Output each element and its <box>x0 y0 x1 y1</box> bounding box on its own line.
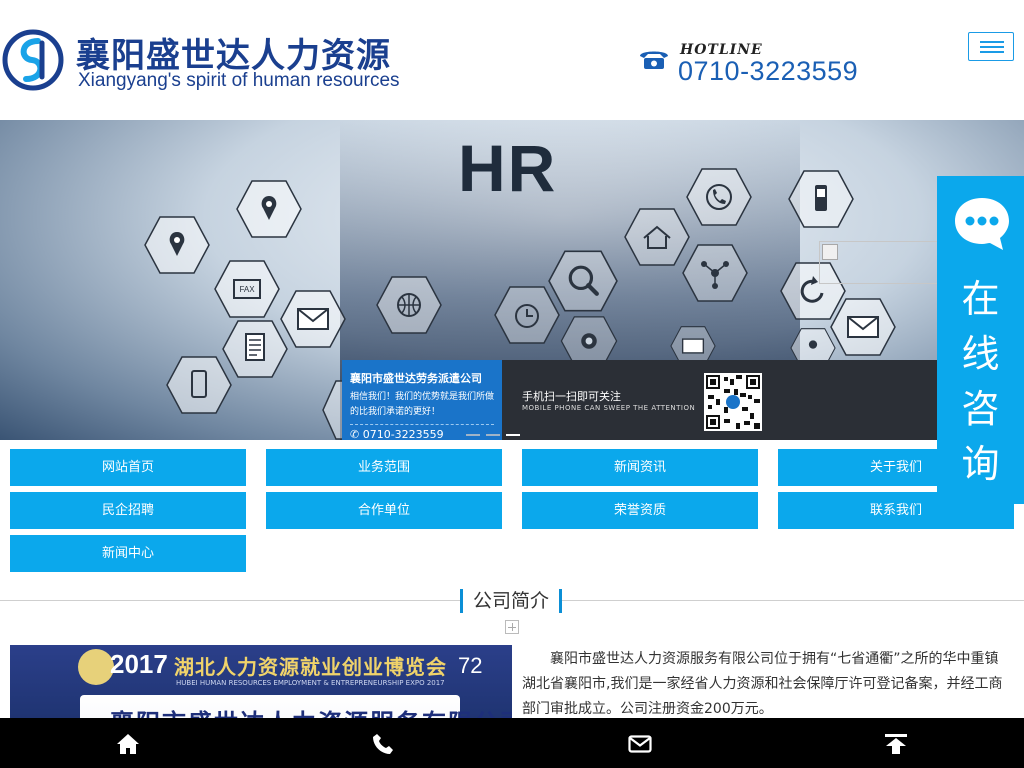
chat-bubble-icon <box>955 198 1009 250</box>
slide-dot-1[interactable] <box>466 434 480 436</box>
banner-card-text: 相信我们！我们的优势就是我们所做的比我们承诺的更好！ <box>350 392 495 417</box>
nav-news-center[interactable]: 新闻中心 <box>10 535 246 572</box>
fax-label: FAX <box>239 285 255 294</box>
site-header: 襄阳盛世达人力资源 Xiangyang's spirit of human re… <box>0 0 1024 120</box>
nav-recruitment[interactable]: 民企招聘 <box>10 492 246 529</box>
consult-char: 在 <box>961 277 1000 321</box>
phone-icon <box>686 168 752 226</box>
consult-char: 询 <box>961 442 1000 486</box>
banner-hr-text: HR <box>458 131 558 205</box>
expo-year: 2017 <box>110 649 168 679</box>
section-title: 公司简介 <box>473 590 550 612</box>
phone-icon <box>373 734 393 754</box>
consult-char: 咨 <box>961 387 1000 431</box>
fax-icon: FAX <box>214 260 280 318</box>
section-heading: 公司简介 <box>460 589 563 613</box>
back-to-top-icon <box>885 734 907 754</box>
plus-icon[interactable] <box>505 620 519 634</box>
slide-dot-3[interactable] <box>506 434 520 436</box>
hotline-number: 0710-3223559 <box>678 56 859 86</box>
nav-home[interactable]: 网站首页 <box>10 449 246 486</box>
site-logo[interactable]: 襄阳盛世达人力资源 Xiangyang's spirit of human re… <box>2 26 402 96</box>
logo-mark-icon <box>2 29 64 91</box>
bottom-top-button[interactable] <box>768 718 1024 768</box>
online-consult-button[interactable]: 在 线 咨 询 <box>937 176 1024 504</box>
mobile-icon <box>166 356 232 414</box>
house-icon <box>624 208 690 266</box>
hamburger-icon <box>980 41 1004 43</box>
expo-title: 湖北人力资源就业创业博览会 <box>174 655 447 679</box>
nav-news[interactable]: 新闻资讯 <box>522 449 758 486</box>
alarm-clock-icon <box>494 286 560 344</box>
menu-button[interactable] <box>968 32 1014 61</box>
globe-icon <box>376 276 442 334</box>
hamburger-icon-line <box>980 46 1004 48</box>
qr-code <box>704 373 762 431</box>
banner-card-title: 襄阳市盛世达劳务派遣公司 <box>350 372 482 385</box>
network-icon <box>682 244 748 302</box>
expo-logo-icon <box>78 649 114 685</box>
nav-honors[interactable]: 荣誉资质 <box>522 492 758 529</box>
slide-dot-2[interactable] <box>486 434 500 436</box>
logo-english-name: Xiangyang's spirit of human resources <box>78 70 400 91</box>
hamburger-icon-line <box>980 51 1004 53</box>
bottom-mail-button[interactable] <box>512 718 768 768</box>
qr-subtitle: MOBILE PHONE CAN SWEEP THE ATTENTION <box>522 404 696 412</box>
expo-booth-number: 72 <box>458 653 483 678</box>
mail-icon <box>628 735 652 753</box>
company-intro-text: 襄阳市盛世达人力资源服务有限公司位于拥有“七省通衢”之所的华中重镇湖北省襄阳市,… <box>522 651 1003 717</box>
nav-partners[interactable]: 合作单位 <box>266 492 502 529</box>
envelope-icon <box>280 290 346 348</box>
banner-company-card: 襄阳市盛世达劳务派遣公司 相信我们！我们的优势就是我们所做的比我们承诺的更好！ … <box>342 360 502 440</box>
gear-icon <box>560 316 618 366</box>
cellphone-icon <box>788 170 854 228</box>
home-icon <box>117 734 139 754</box>
main-nav: 网站首页 业务范围 新闻资讯 关于我们 民企招聘 合作单位 荣誉资质 联系我们 … <box>0 440 1024 580</box>
location-icon <box>236 180 302 238</box>
telephone-icon <box>640 51 668 69</box>
qr-title: 手机扫一扫即可关注 <box>522 390 621 403</box>
hotline: HOTLINE 0710-3223559 <box>638 42 868 92</box>
hero-banner[interactable]: HR FAX 襄阳市盛世达劳务派遣公司 相信我们！我们的优势就是我们所做的比我们… <box>0 120 1024 440</box>
consult-char: 线 <box>961 332 1000 376</box>
expo-subtitle: HUBEI HUMAN RESOURCES EMPLOYMENT & ENTRE… <box>176 679 445 687</box>
bottom-toolbar <box>0 718 1024 768</box>
nav-business-scope[interactable]: 业务范围 <box>266 449 502 486</box>
online-consult-label: 在 线 咨 询 <box>937 272 1024 492</box>
banner-slide-indicators <box>466 434 526 438</box>
bottom-home-button[interactable] <box>0 718 256 768</box>
location-icon <box>144 216 210 274</box>
banner-phone-number: 0710-3223559 <box>362 428 444 440</box>
bottom-phone-button[interactable] <box>256 718 512 768</box>
